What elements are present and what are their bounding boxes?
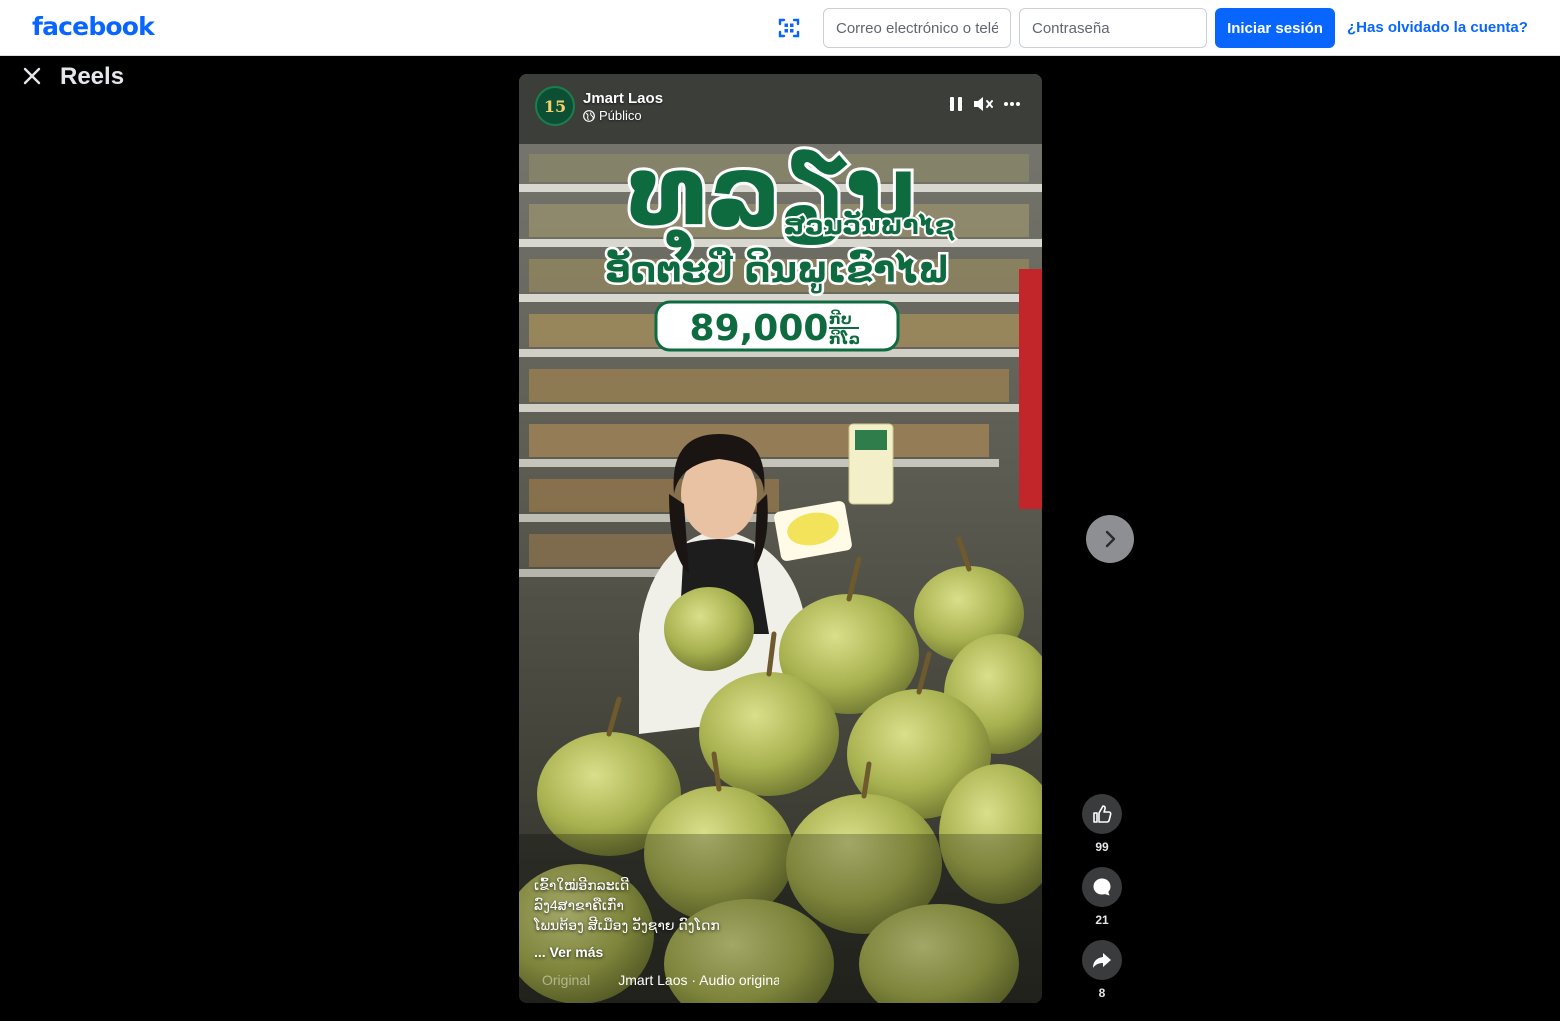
- privacy-label: Público: [599, 108, 642, 123]
- promo-subheadline: ສວນວັນພາໄຊ: [784, 210, 955, 242]
- next-reel-button[interactable]: [1086, 515, 1134, 563]
- pause-icon: [950, 97, 962, 111]
- comment-button[interactable]: [1082, 867, 1122, 907]
- caption-line: ໂພນຕ້ອງ ສີເມືອງ ວັງຊາຍ ດົງໂດກ: [534, 917, 720, 933]
- login-button[interactable]: Iniciar sesión: [1215, 8, 1335, 48]
- reel-video[interactable]: ທຸລຽນ ສວນວັນພາໄຊ ອັດຕະປື ດິນພູເຂົາໄຟ 89,…: [519, 74, 1042, 1003]
- caption-line: ລົງ4ສາຂາຄືເກົ່າ: [534, 897, 624, 913]
- audio-info[interactable]: Original Jmart Laos · Audio original: [534, 972, 779, 988]
- caption-line: ເຂົ້າໃໝ່ອີກລະເດີ: [534, 877, 630, 893]
- close-button[interactable]: [16, 60, 48, 92]
- pause-button[interactable]: [944, 94, 968, 114]
- chevron-right-icon: [1105, 530, 1116, 548]
- share-arrow-icon: [1093, 953, 1111, 968]
- thumbs-up-icon: [1093, 805, 1112, 823]
- price-value: 89,000: [690, 308, 829, 349]
- like-count: 99: [1095, 840, 1109, 854]
- promo-headline: ທຸລຽນ: [629, 135, 916, 261]
- forgot-account-link[interactable]: ¿Has olvidado la cuenta?: [1347, 19, 1528, 36]
- speaker-muted-icon: [974, 97, 993, 111]
- page-name[interactable]: Jmart Laos: [583, 90, 663, 107]
- see-more-link[interactable]: ... Ver más: [534, 944, 603, 960]
- more-dots-icon: [1004, 102, 1020, 106]
- password-field[interactable]: [1019, 8, 1207, 48]
- price-unit-bottom: ກິໂລ: [829, 328, 860, 348]
- close-icon: [23, 67, 41, 85]
- privacy-indicator: Público: [583, 108, 642, 123]
- face-scan-icon[interactable]: [777, 16, 801, 40]
- like-button[interactable]: [1082, 794, 1122, 834]
- share-button[interactable]: [1082, 940, 1122, 980]
- price-unit-top: ກີບ: [829, 308, 852, 328]
- facebook-logo[interactable]: facebook: [32, 12, 155, 41]
- top-bar: facebook Iniciar sesión ¿Has olvidado la…: [0, 0, 1560, 56]
- reel-caption: ເຂົ້າໃໝ່ອີກລະເດີ ລົງ4ສາຂາຄືເກົ່າ ໂພນຕ້ອງ…: [534, 875, 864, 935]
- page-title: Reels: [60, 63, 125, 90]
- email-field[interactable]: [823, 8, 1011, 48]
- share-count: 8: [1098, 986, 1106, 1000]
- comment-icon: [1093, 878, 1111, 896]
- mute-button[interactable]: [972, 94, 996, 114]
- promo-tagline: ອັດຕະປື ດິນພູເຂົາໄຟ: [605, 247, 950, 293]
- page-avatar[interactable]: 15: [535, 86, 575, 126]
- comment-count: 21: [1095, 913, 1109, 927]
- audio-label: Jmart Laos · Audio original: [618, 972, 779, 988]
- globe-icon: [583, 109, 595, 122]
- more-options-button[interactable]: [1000, 94, 1024, 114]
- audio-prefix: Original: [542, 972, 591, 988]
